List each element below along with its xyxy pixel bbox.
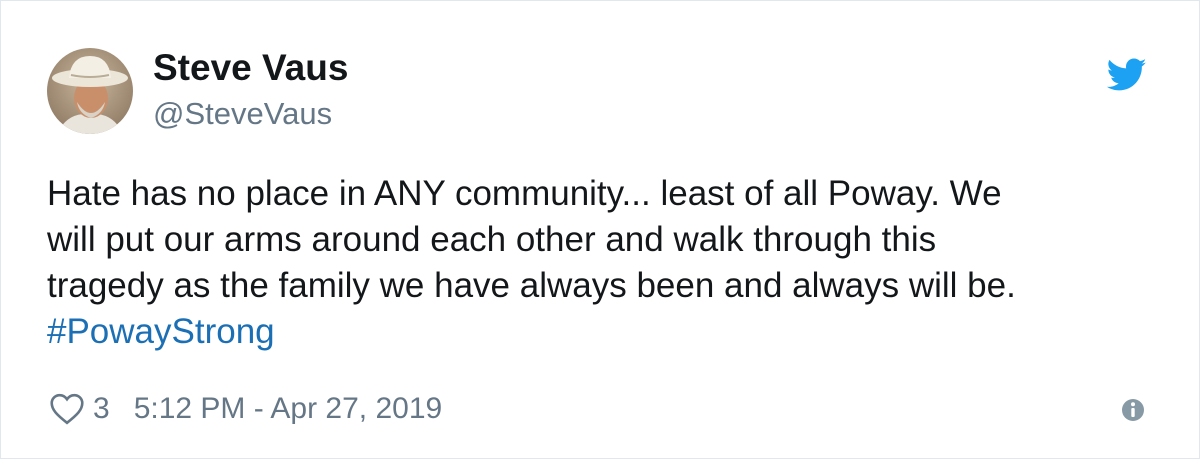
avatar[interactable] — [47, 48, 133, 134]
heart-icon[interactable] — [49, 393, 85, 425]
timestamp[interactable]: 5:12 PM - Apr 27, 2019 — [134, 392, 443, 426]
like-count: 3 — [93, 392, 110, 425]
hashtag-link[interactable]: #PowayStrong — [47, 309, 1157, 355]
display-name[interactable]: Steve Vaus — [153, 46, 348, 90]
user-handle[interactable]: @SteveVaus — [153, 94, 332, 134]
tweet-text-line: tragedy as the family we have always bee… — [47, 266, 1016, 305]
info-icon[interactable] — [1121, 398, 1145, 422]
tweet-text-line: Hate has no place in ANY community... le… — [47, 174, 1002, 213]
avatar-photo — [47, 48, 133, 134]
tweet-footer: 3 5:12 PM - Apr 27, 2019 — [49, 389, 442, 429]
tweet-card: Steve Vaus @SteveVaus Hate has no place … — [0, 0, 1200, 459]
twitter-bird-icon[interactable] — [1107, 58, 1147, 92]
tweet-text: Hate has no place in ANY community... le… — [47, 171, 1157, 355]
tweet-text-line: will put our arms around each other and … — [47, 220, 937, 259]
